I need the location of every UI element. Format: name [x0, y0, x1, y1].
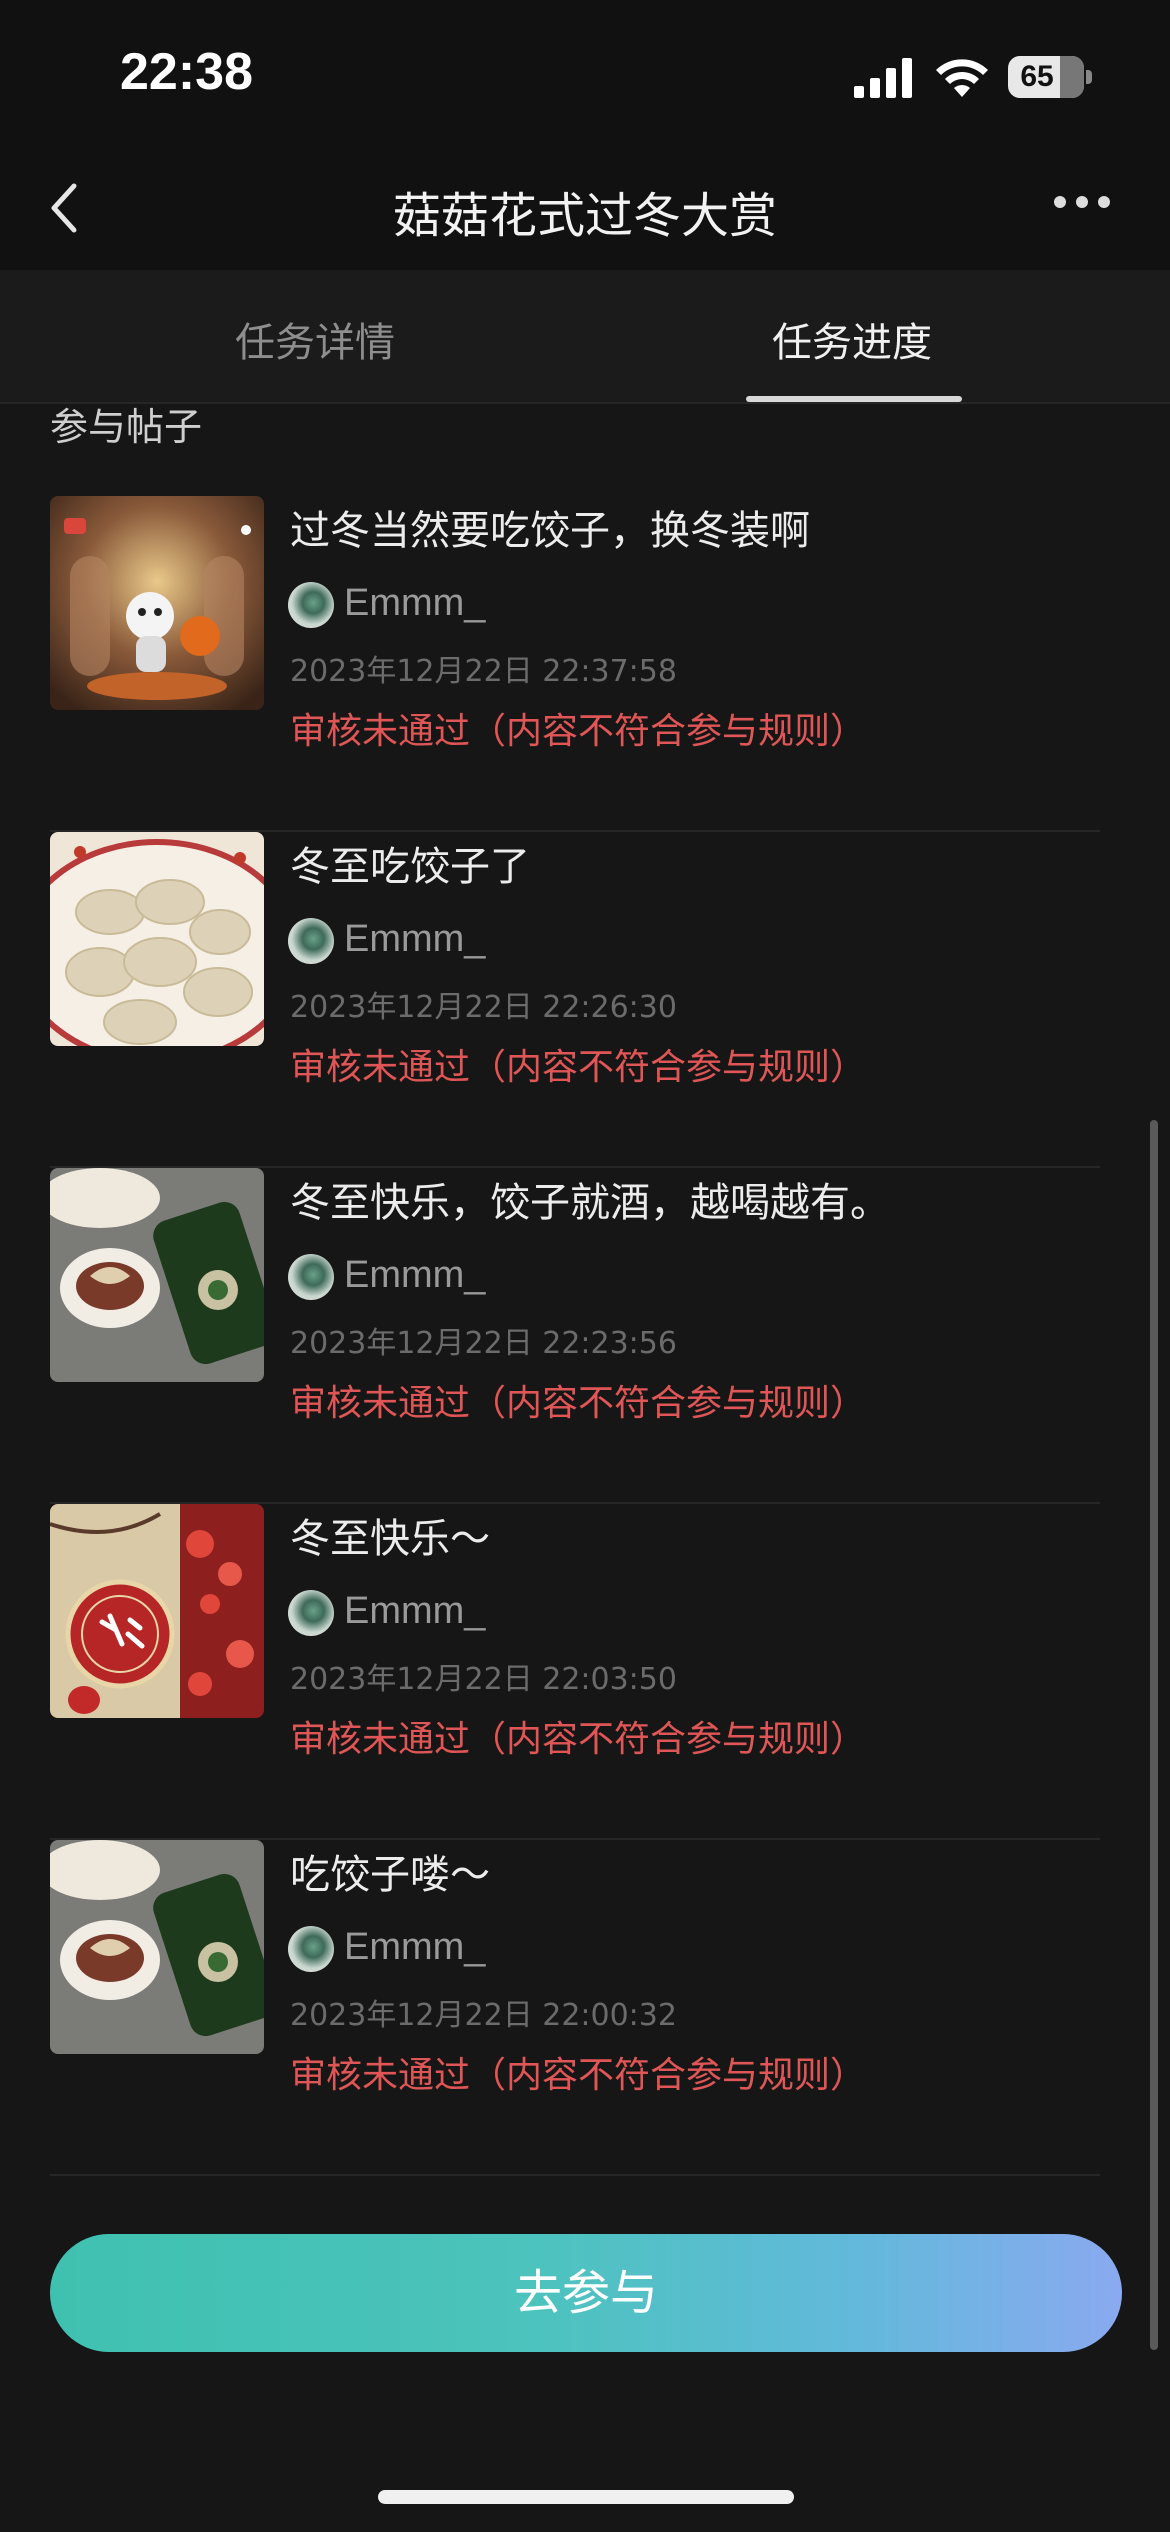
username[interactable]: Emmm_ — [344, 1590, 485, 1633]
tab-bar: 任务详情 任务进度 — [0, 270, 1170, 404]
more-options-icon[interactable] — [1054, 196, 1114, 212]
post-date: 2023年12月22日 22:37:58 — [290, 654, 677, 689]
home-indicator[interactable] — [378, 2490, 794, 2504]
tab-task-details[interactable]: 任务详情 — [115, 310, 515, 368]
review-status: 审核未通过（内容不符合参与规则） — [290, 1719, 867, 1760]
join-button[interactable]: 去参与 — [50, 2234, 1122, 2352]
battery-level: 65 — [1020, 60, 1054, 93]
status-bar: 22:38 65 — [0, 0, 1170, 150]
username[interactable]: Emmm_ — [344, 1254, 485, 1297]
dumplings-plate-image — [50, 832, 264, 1046]
user-avatar[interactable] — [288, 1926, 334, 1972]
post-title: 冬至快乐，饺子就酒，越喝越有。 — [290, 1180, 890, 1226]
user-avatar[interactable] — [288, 1590, 334, 1636]
post-thumbnail[interactable] — [50, 496, 264, 710]
post-thumbnail[interactable] — [50, 832, 264, 1046]
review-status: 审核未通过（内容不符合参与规则） — [290, 1383, 867, 1424]
username[interactable]: Emmm_ — [344, 1926, 485, 1969]
battery-icon: 65 — [1008, 56, 1092, 98]
post-title: 过冬当然要吃饺子，换冬装啊 — [290, 508, 810, 554]
post-list-container: 参与帖子 过冬当然要吃饺子，换冬装啊 Emmm_ 2023年12月22日 22:… — [0, 404, 1170, 2234]
username[interactable]: Emmm_ — [344, 918, 485, 961]
page-title: 菇菇花式过冬大赏 — [392, 188, 777, 244]
post-title: 冬至吃饺子了 — [290, 844, 530, 890]
wifi-icon — [936, 59, 988, 97]
nav-bar: 菇菇花式过冬大赏 — [0, 150, 1170, 270]
active-tab-indicator — [746, 396, 962, 402]
review-status: 审核未通过（内容不符合参与规则） — [290, 711, 867, 752]
post-item[interactable]: 吃饺子喽～ Emmm_ 2023年12月22日 22:00:32 审核未通过（内… — [50, 1840, 1100, 2176]
post-title: 吃饺子喽～ — [290, 1852, 490, 1898]
post-item[interactable]: 冬至快乐，饺子就酒，越喝越有。 Emmm_ 2023年12月22日 22:23:… — [50, 1168, 1100, 1504]
status-time: 22:38 — [120, 43, 253, 101]
scrollbar[interactable] — [1150, 1120, 1158, 2350]
review-status: 审核未通过（内容不符合参与规则） — [290, 2055, 867, 2096]
post-item[interactable]: 过冬当然要吃饺子，换冬装啊 Emmm_ 2023年12月22日 22:37:58… — [50, 496, 1100, 832]
post-date: 2023年12月22日 22:26:30 — [290, 990, 677, 1025]
dumplings-bottle-image — [50, 1168, 264, 1382]
username[interactable]: Emmm_ — [344, 582, 485, 625]
post-item[interactable]: 冬至快乐～ Emmm_ 2023年12月22日 22:03:50 审核未通过（内… — [50, 1504, 1100, 1840]
user-avatar[interactable] — [288, 582, 334, 628]
section-title: 参与帖子 — [50, 405, 203, 449]
post-thumbnail[interactable] — [50, 1504, 264, 1718]
dumplings-bottle-image — [50, 1840, 264, 2054]
post-date: 2023年12月22日 22:00:32 — [290, 1998, 677, 2033]
user-avatar[interactable] — [288, 918, 334, 964]
review-status: 审核未通过（内容不符合参与规则） — [290, 1047, 867, 1088]
post-title: 冬至快乐～ — [290, 1516, 490, 1562]
post-date: 2023年12月22日 22:03:50 — [290, 1662, 677, 1697]
user-avatar[interactable] — [288, 1254, 334, 1300]
tab-task-progress[interactable]: 任务进度 — [652, 310, 1052, 368]
post-thumbnail[interactable] — [50, 1168, 264, 1382]
post-item[interactable]: 冬至吃饺子了 Emmm_ 2023年12月22日 22:26:30 审核未通过（… — [50, 832, 1100, 1168]
cellular-signal-icon — [854, 58, 912, 98]
post-thumbnail[interactable] — [50, 1840, 264, 2054]
winter-solstice-card-image — [50, 1504, 264, 1718]
cartoon-character-image — [50, 496, 264, 710]
post-date: 2023年12月22日 22:23:56 — [290, 1326, 677, 1361]
